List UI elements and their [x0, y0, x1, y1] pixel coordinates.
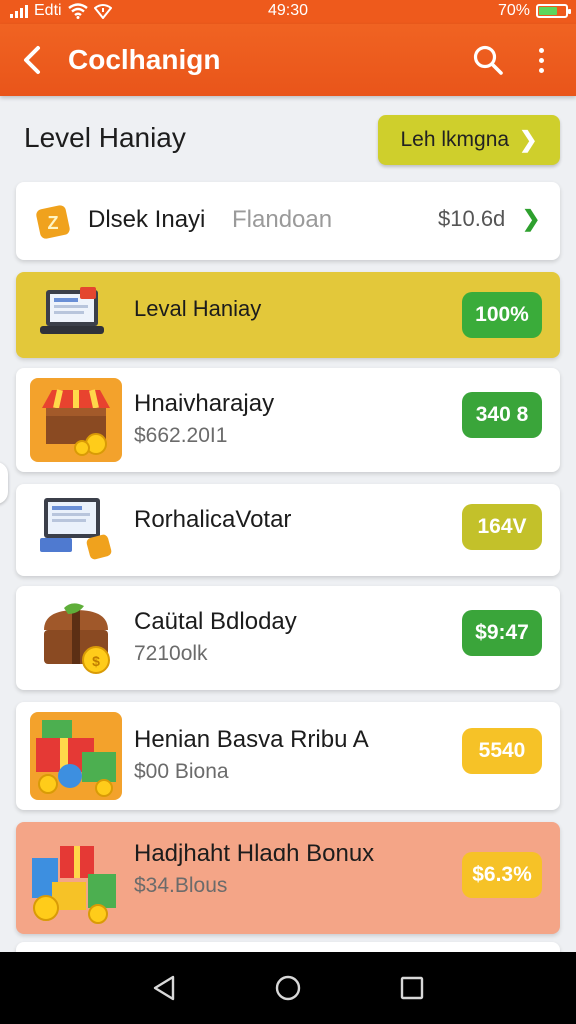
- battery-percent: 70%: [497, 2, 530, 19]
- item-title: RorhalicaVotar: [134, 506, 292, 533]
- clock: 49:30: [267, 2, 309, 19]
- search-icon: [473, 45, 503, 75]
- item-badge: $9:47: [462, 610, 542, 656]
- summary-subtitle: Flandoan: [232, 206, 333, 233]
- section-title: Level Haniay: [24, 122, 186, 153]
- search-button[interactable]: [470, 42, 506, 78]
- app-bar: Coclhanign: [0, 24, 576, 96]
- item-subtitle: $662.20I1: [134, 424, 228, 447]
- list-item[interactable]: Leval Haniay 100%: [16, 272, 560, 358]
- section-action-button[interactable]: Leh lkmgna ❯: [378, 115, 560, 165]
- summary-amount: $10.6d: [438, 206, 506, 231]
- chevron-right-icon: ❯: [519, 127, 538, 152]
- item-title: Hnaivharajay: [134, 390, 275, 417]
- nav-back-button[interactable]: [146, 970, 182, 1006]
- list-item[interactable]: Hnaivharajay $662.20I1 340 8: [16, 368, 560, 472]
- laptop-icon: [40, 287, 104, 334]
- item-title: Hadjhaht Hlaɑh Bonux: [134, 840, 375, 867]
- item-title: Caütal Bdloday: [134, 608, 297, 635]
- page-title: Coclhanign: [68, 44, 221, 75]
- list-item[interactable]: Henian Basva Rribu A $00 Biona 5540: [16, 702, 560, 810]
- recents-icon: [400, 976, 424, 1000]
- nav-recents-button[interactable]: [394, 970, 430, 1006]
- section-action-label: Leh lkmgna: [400, 128, 510, 151]
- item-subtitle: $00 Biona: [134, 760, 229, 783]
- home-icon: [275, 975, 301, 1001]
- system-nav-bar: [0, 952, 576, 1024]
- item-badge: $6.3%: [462, 852, 542, 898]
- status-bar: Edti 49:30 70%: [0, 0, 576, 24]
- summary-row[interactable]: Z Dlsek Inayi Flandoan $10.6d ❯: [16, 182, 560, 260]
- back-button[interactable]: [16, 42, 48, 78]
- battery-level: [539, 7, 557, 15]
- treasure-chest-icon: $: [44, 603, 110, 674]
- list-item[interactable]: Hadjhaht Hlaɑh Bonux $34.Blous $6.3%: [16, 822, 560, 934]
- more-options-button[interactable]: [526, 42, 556, 78]
- item-subtitle: 7210olk: [134, 642, 208, 665]
- item-badge: 100%: [462, 292, 542, 338]
- item-subtitle: $34.Blous: [134, 874, 228, 897]
- gift-boxes-icon: [30, 712, 122, 800]
- chevron-right-icon: ❯: [522, 206, 541, 231]
- svg-text:Z: Z: [48, 213, 59, 233]
- nav-home-button[interactable]: [270, 970, 306, 1006]
- item-badge: 5540: [462, 728, 542, 774]
- monitor-icon: [40, 498, 112, 560]
- item-title: Henian Basva Rribu A: [134, 726, 369, 753]
- back-icon: [153, 975, 175, 1001]
- svg-text:$: $: [92, 653, 100, 669]
- chevron-left-icon: [24, 46, 40, 74]
- list-item[interactable]: $ Caütal Bdloday 7210olk $9:47: [16, 586, 560, 690]
- edge-pull-tab[interactable]: [0, 462, 8, 504]
- coin-tag-icon: Z: [36, 205, 70, 239]
- treasure-shop-icon: [30, 378, 122, 462]
- list-item[interactable]: RorhalicaVotar 164V: [16, 484, 560, 576]
- bonus-gifts-icon: [32, 846, 116, 924]
- item-title: Leval Haniay: [134, 296, 262, 321]
- status-right: 70%: [497, 2, 571, 20]
- summary-title: Dlsek Inayi: [88, 206, 206, 233]
- item-badge: 164V: [462, 504, 542, 550]
- battery-icon: [536, 4, 571, 18]
- item-badge: 340 8: [462, 392, 542, 438]
